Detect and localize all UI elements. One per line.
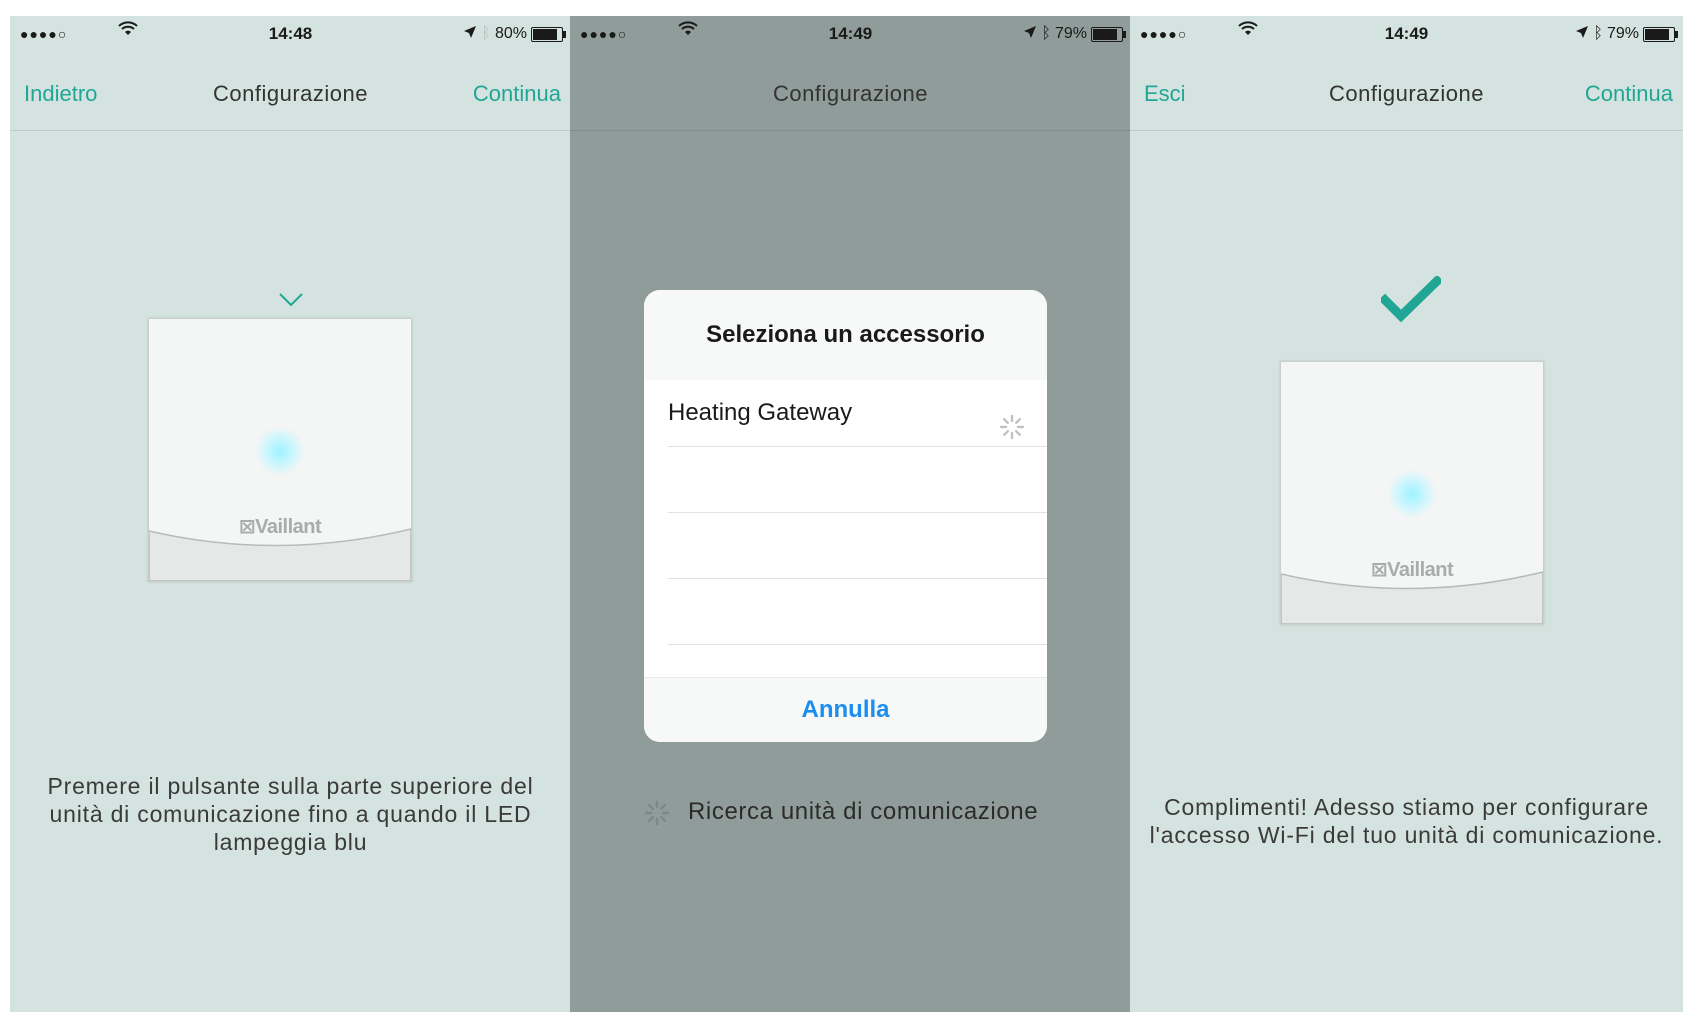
screen-select-accessory: ●●●●○ 14:49 ᛒ 79% Configurazione Selezio… (570, 16, 1131, 1012)
location-arrow-icon (463, 24, 477, 44)
navigation-bar: Indietro Configurazione Continua (10, 56, 571, 131)
continue-button[interactable]: Continua (473, 81, 561, 107)
searching-label: Ricerca unità di comunicazione (688, 798, 1039, 825)
communication-unit-image: ⊠Vaillant (1280, 361, 1544, 625)
success-message: Complimenti! Adesso stiamo per configura… (1149, 794, 1664, 848)
cancel-button[interactable]: Annulla (644, 677, 1047, 742)
accessory-item[interactable] (668, 512, 1047, 579)
instruction-text: Premere il pulsante sulla parte superior… (47, 773, 534, 855)
navigation-bar: Esci Configurazione Continua (1130, 56, 1683, 131)
communication-unit-image: ⊠Vaillant (148, 318, 412, 582)
battery-percent: 79% (1606, 25, 1639, 42)
battery-icon (1643, 26, 1678, 42)
bluetooth-icon: ᛒ (1593, 25, 1603, 42)
status-bar: ●●●●○ 14:49 ᛒ 79% (570, 16, 1131, 56)
battery-percent: 80% (494, 25, 527, 42)
bluetooth-icon: ᛒ (1041, 25, 1051, 42)
screen-success: ●●●●○ 14:49 ᛒ 79% Esci Configurazione Co… (1130, 16, 1683, 1012)
bluetooth-icon: ᛒ (481, 25, 491, 42)
page-title: Configurazione (773, 81, 928, 106)
location-arrow-icon (1575, 24, 1589, 44)
battery-icon (531, 26, 566, 42)
navigation-bar: Configurazione (570, 56, 1131, 131)
accessory-picker-dialog: Seleziona un accessorio Heating Gateway … (644, 290, 1047, 742)
battery-percent: 79% (1054, 25, 1087, 42)
accessory-item[interactable]: Heating Gateway (668, 380, 1047, 447)
accessory-label: Heating Gateway (668, 399, 853, 426)
status-bar: ●●●●○ 14:48 ᛒ 80% (10, 16, 571, 56)
screen-press-button: ●●●●○ 14:48 ᛒ 80% Indietro Configurazion… (10, 16, 571, 1012)
accessory-item[interactable] (668, 446, 1047, 513)
battery-icon (1091, 26, 1126, 42)
accessory-item[interactable] (668, 578, 1047, 645)
led-indicator (255, 426, 305, 476)
location-arrow-icon (1023, 24, 1037, 44)
dialog-title: Seleziona un accessorio (644, 290, 1047, 380)
led-indicator (1387, 469, 1437, 519)
spinner-icon (644, 800, 670, 833)
checkmark-icon (1378, 274, 1444, 329)
chevron-down-icon (278, 292, 304, 313)
status-bar: ●●●●○ 14:49 ᛒ 79% (1130, 16, 1683, 56)
continue-button[interactable]: Continua (1585, 81, 1673, 107)
